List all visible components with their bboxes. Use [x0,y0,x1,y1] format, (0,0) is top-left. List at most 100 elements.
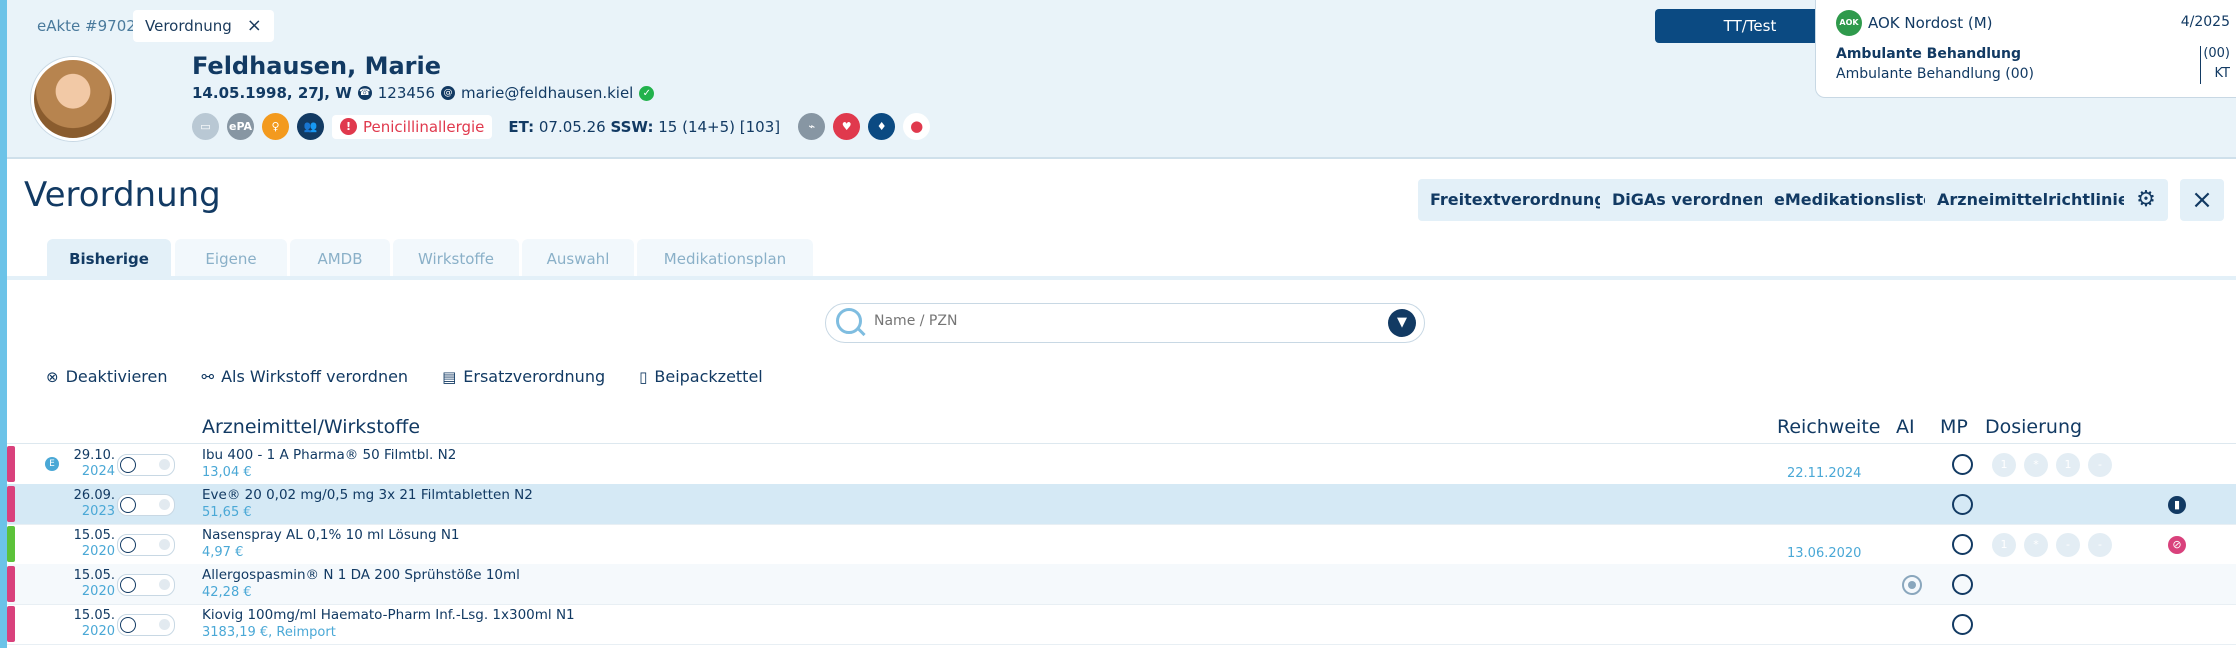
row-date-day: 15.05. [73,568,115,583]
row-date-year: 2020 [81,584,115,599]
molecule-icon: ⚯ [201,367,215,386]
col-ai-header[interactable]: AI [1896,416,1915,438]
left-accent-bar [0,0,7,648]
col-reach-header[interactable]: Reichweite [1777,416,1880,438]
tab-auswahl[interactable]: Auswahl [522,239,634,276]
row-ai-radio[interactable] [1902,575,1922,595]
phone-icon: ☎ [357,86,372,100]
wirkstoff-action[interactable]: ⚯ Als Wirkstoff verordnen [202,367,409,386]
row-toggle[interactable] [117,454,175,476]
beipack-action[interactable]: ▯ Beipackzettel [639,367,763,386]
verified-check-icon: ✓ [639,85,655,101]
allergy-badge[interactable]: ! Penicillinallergie [332,114,493,139]
dose-slot[interactable]: 1 [2056,453,2080,477]
row-toggle[interactable] [117,614,175,636]
forbidden-icon[interactable]: ⊘ [2168,536,2186,554]
smoking-icon[interactable]: ⌁ [798,113,826,140]
deaktivieren-label: Deaktivieren [65,367,168,386]
row-status-stripe [7,446,15,482]
digas-button[interactable]: DiGAs verordnen [1600,179,1777,221]
col-name-header[interactable]: Arzneimittel/Wirkstoffe [202,416,420,438]
gear-icon[interactable]: ⚙ [2124,179,2168,221]
organ-donor-icon[interactable]: ♀ [262,113,289,140]
dose-slot[interactable]: - [2056,533,2080,557]
row-status-stripe [7,606,15,642]
freitext-button[interactable]: Freitextverordnung [1418,179,1618,221]
dose-slot[interactable]: - [2088,533,2112,557]
row-drug-price: 3183,19 €, Reimport [202,625,336,640]
col-dosing-header[interactable]: Dosierung [1985,416,2082,438]
table-row[interactable]: 15.05. 2020 Nasenspray AL 0,1% 10 ml Lösun… [7,524,2236,565]
row-toggle[interactable] [117,574,175,596]
row-dosing[interactable]: 1 * 1- [1992,453,2112,477]
heart-icon[interactable]: ♥ [833,113,861,140]
dose-slot[interactable]: 1 [1992,453,2016,477]
insurance-case-detail: Ambulante Behandlung (00) [1836,66,2035,82]
emedikation-button[interactable]: eMedikationsliste [1762,179,1947,221]
et-label: ET: [508,117,535,136]
tab-verordnung[interactable]: Verordnung × [133,10,274,42]
tab-wirkstoffe[interactable]: Wirkstoffe [393,239,519,276]
page-title: Verordnung [24,175,221,215]
pregnant-icon[interactable]: ♦ [868,113,896,140]
row-drug-price: 4,97 € [202,545,244,560]
tab-bisherige[interactable]: Bisherige [47,239,171,276]
epa-badge[interactable]: ePA [227,113,254,140]
row-status-stripe [7,486,15,522]
row-mp-radio[interactable] [1952,454,1973,475]
deaktivieren-action[interactable]: ⊗ Deaktivieren [46,367,168,386]
row-dosing[interactable]: 1 * - - [1992,533,2112,557]
et-value: 07.05.26 [538,117,606,136]
row-reach: 13.06.2020 [1787,546,1862,561]
row-date: 26.09. 2023 [57,488,115,520]
patient-email[interactable]: marie@feldhausen.kiel [461,84,633,102]
row-date-day: 15.05. [73,528,115,543]
insurance-card-icon[interactable]: ▭ [192,113,219,140]
dose-slot[interactable]: - [2088,453,2112,477]
blood-drop-icon[interactable]: ● [903,113,931,140]
row-drug-price: 51,65 € [202,505,252,520]
tab-amdb[interactable]: AMDB [290,239,390,276]
tab-eigene[interactable]: Eigene [175,239,287,276]
trash-icon[interactable]: ▮ [2168,496,2186,514]
close-tab-icon[interactable]: × [247,10,262,42]
row-toggle[interactable] [117,494,175,516]
email-icon: @ [441,86,455,100]
row-toggle[interactable] [117,534,175,556]
row-drug-name: Kiovig 100mg/ml Haemato-Pharm Inf.-Lsg. … [202,607,575,623]
row-date-year: 2020 [81,624,115,639]
richtlinien-button[interactable]: Arzneimittelrichtlinien [1925,179,2153,221]
family-icon[interactable]: 👥 [297,113,324,140]
tab-verordnung-label: Verordnung [145,17,232,35]
row-drug-price: 13,04 € [202,465,252,480]
allergy-text: Penicillinallergie [363,117,485,136]
row-mp-radio[interactable] [1952,494,1973,515]
table-row[interactable]: E 29.10. 2024 Ibu 400 - 1 A Pharma® 50 Film… [7,444,2236,485]
filter-icon[interactable]: ▼ [1388,309,1416,337]
table-row[interactable]: 15.05. 2020 Kiovig 100mg/ml Haemato-Pharm … [7,604,2236,645]
insurance-quarter: 4/2025 [2180,14,2230,30]
dose-slot[interactable]: * [2024,453,2048,477]
row-mp-radio[interactable] [1952,614,1973,635]
table-row[interactable]: 15.05. 2020 Allergospasmin® N 1 DA 200 Spr… [7,564,2236,605]
close-icon[interactable]: × [2180,179,2224,221]
ssw-value: 15 (14+5) [103] [658,117,781,136]
patient-phone[interactable]: 123456 [378,84,435,102]
search-icon [836,308,862,334]
table-row[interactable]: 26.09. 2023 Eve® 20 0,02 mg/0,5 mg 3x 21 F… [7,484,2236,525]
dose-slot[interactable]: 1 [1992,533,2016,557]
ersatz-action[interactable]: ▤ Ersatzverordnung [442,367,605,386]
row-mp-radio[interactable] [1952,534,1973,555]
tab-medikationsplan[interactable]: Medikationsplan [637,239,813,276]
tab-eakte[interactable]: eAkte #9702 [25,10,148,42]
col-mp-header[interactable]: MP [1940,416,1968,438]
insurance-panel[interactable]: AOK AOK Nordost (M) 4/2025 Ambulante Beh… [1815,0,2236,98]
row-mp-radio[interactable] [1952,574,1973,595]
search-input[interactable] [872,312,1356,330]
row-date-day: 26.09. [73,488,115,503]
row-date-year: 2020 [81,544,115,559]
row-date: 15.05. 2020 [57,528,115,560]
dose-slot[interactable]: * [2024,533,2048,557]
search-bar: ▼ [825,303,1425,343]
row-date-day: 29.10. [73,448,115,463]
